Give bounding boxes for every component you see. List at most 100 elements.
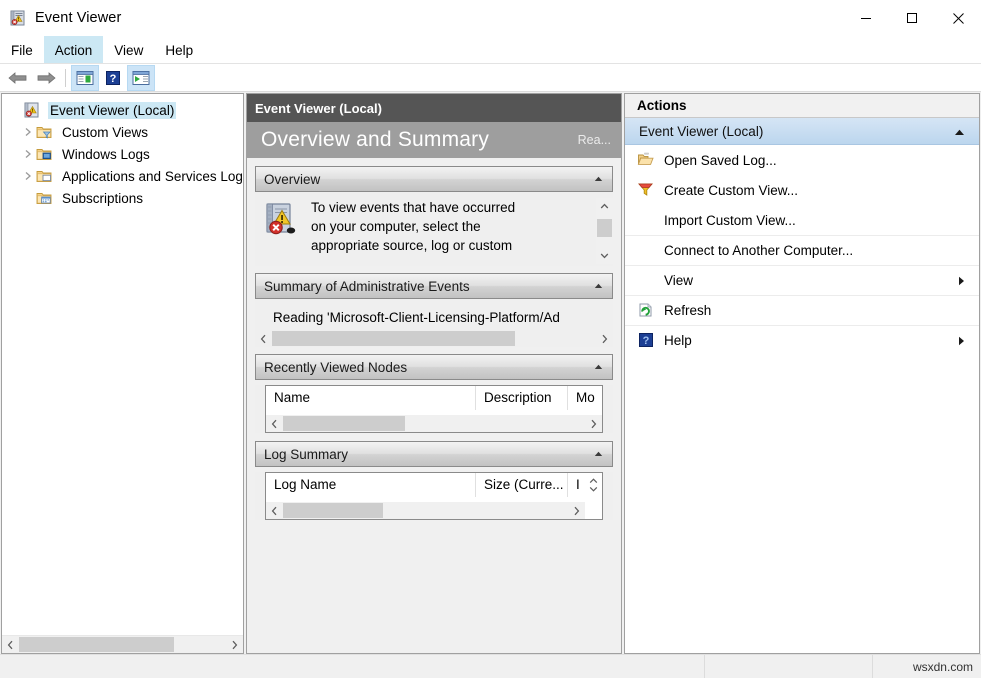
windows-logs-folder-icon [36,146,54,162]
maximize-button[interactable] [889,0,935,36]
summary-horizontal-scrollbar[interactable] [255,330,613,347]
back-button[interactable] [4,65,32,91]
chevron-right-icon[interactable] [596,330,613,347]
window-title: Event Viewer [35,10,121,26]
tree-item-applications-and-services-logs[interactable]: Applications and Services Log [2,165,243,187]
chevron-left-icon[interactable] [266,415,283,432]
section-log-summary-header[interactable]: Log Summary [255,441,613,467]
recent-nodes-hscroll-thumb[interactable] [283,416,405,431]
action-open-saved-log[interactable]: Open Saved Log... [625,145,979,175]
action-import-custom-view[interactable]: Import Custom View... [625,205,979,235]
submenu-arrow-icon [955,276,965,286]
tree-item-event-viewer-local[interactable]: Event Viewer (Local) [2,99,243,121]
tree-item-label: Event Viewer (Local) [48,102,176,119]
tree-horizontal-scrollbar[interactable] [2,635,243,653]
column-header-log-name[interactable]: Log Name [266,473,476,497]
help-button[interactable]: ? [99,65,127,91]
status-cell-1 [0,655,705,678]
forward-button[interactable] [32,65,60,91]
log-summary-vertical-spinner[interactable] [585,473,602,497]
collapse-triangle-icon[interactable] [592,361,604,373]
menu-action[interactable]: Action [44,36,104,64]
menu-view[interactable]: View [103,36,154,64]
console-tree-pane: Event Viewer (Local) Custom Views [1,93,244,654]
chevron-right-icon[interactable] [20,171,36,181]
recent-nodes-horizontal-scrollbar[interactable] [266,415,602,432]
tree-item-custom-views[interactable]: Custom Views [2,121,243,143]
status-bar: wsxdn.com [0,654,981,678]
collapse-triangle-icon[interactable] [592,173,604,185]
column-header-name[interactable]: Name [266,386,476,410]
overview-scroll-area[interactable]: Overview [247,158,621,653]
tree-item-label: Windows Logs [60,146,152,163]
section-overview-body: To view events that have occurred on you… [255,192,613,266]
column-header-description[interactable]: Description [476,386,568,410]
menu-help[interactable]: Help [154,36,204,64]
chevron-right-icon[interactable] [20,127,36,137]
log-summary-hscroll-thumb[interactable] [283,503,383,518]
summary-hscroll-track[interactable] [272,330,596,347]
log-summary-horizontal-scrollbar[interactable] [266,502,585,519]
tree-item-windows-logs[interactable]: Windows Logs [2,143,243,165]
console-tree-icon [76,70,94,86]
action-refresh[interactable]: Refresh [625,295,979,325]
tree-hscroll-track[interactable] [19,636,226,653]
tree-item-subscriptions[interactable]: Subscriptions [2,187,243,209]
console-tree: Event Viewer (Local) Custom Views [2,94,243,635]
section-recent-nodes-body: Name Description Mo [255,385,613,433]
collapse-triangle-icon[interactable] [954,124,965,139]
section-summary-header[interactable]: Summary of Administrative Events [255,273,613,299]
section-overview-header[interactable]: Overview [255,166,613,192]
chevron-left-icon[interactable] [266,502,283,519]
log-summary-hscroll-track[interactable] [283,502,568,519]
show-hide-action-pane-button[interactable] [127,65,155,91]
tree-item-label: Applications and Services Log [60,168,243,185]
section-log-summary: Log Summary Log Name Size (Curre... I [255,441,613,520]
column-header-size[interactable]: Size (Curre... [476,473,568,497]
chevron-down-icon[interactable] [596,247,613,264]
submenu-arrow-icon [955,336,965,346]
show-hide-console-tree-button[interactable] [71,65,99,91]
chevron-right-icon[interactable] [568,502,585,519]
column-header-modified[interactable]: Mo [568,386,602,410]
action-view[interactable]: View [625,265,979,295]
minimize-button[interactable] [843,0,889,36]
action-connect-to-another-computer[interactable]: Connect to Another Computer... [625,235,979,265]
chevron-left-icon[interactable] [2,636,19,653]
actions-group-event-viewer-local[interactable]: Event Viewer (Local) [625,118,979,145]
toolbar: ? [0,64,981,92]
actions-pane: Actions Event Viewer (Local) [624,93,980,654]
action-icon-placeholder [637,272,655,290]
overview-vscroll-thumb[interactable] [597,219,612,237]
chevron-right-icon[interactable] [20,149,36,159]
grid-header-row: Log Name Size (Curre... I [266,473,602,497]
overview-text-line-2: on your computer, select the [311,217,592,236]
collapse-triangle-icon[interactable] [592,280,604,292]
filter-funnel-icon [637,181,655,199]
chevron-up-icon[interactable] [596,198,613,215]
overview-vertical-scrollbar[interactable] [596,198,613,264]
action-label: Create Custom View... [664,183,955,198]
log-summary-grid[interactable]: Log Name Size (Curre... I [265,472,603,520]
menu-file[interactable]: File [0,36,44,64]
chevron-left-icon[interactable] [255,330,272,347]
chevron-right-icon[interactable] [226,636,243,653]
summary-hscroll-thumb[interactable] [272,331,515,346]
recent-nodes-hscroll-track[interactable] [283,415,585,432]
action-help[interactable]: ? Help [625,325,979,355]
collapse-triangle-icon[interactable] [592,448,604,460]
action-pane-icon [132,70,150,86]
recently-viewed-nodes-grid[interactable]: Name Description Mo [265,385,603,433]
chevron-right-icon[interactable] [585,415,602,432]
event-log-book-icon [265,202,299,240]
action-label: Connect to Another Computer... [664,243,955,258]
window-controls [843,0,981,36]
refresh-icon [637,302,655,320]
forward-arrow-icon [36,70,56,86]
close-button[interactable] [935,0,981,36]
actions-list: Open Saved Log... Create Custom View... [625,145,979,653]
section-recent-nodes-header[interactable]: Recently Viewed Nodes [255,354,613,380]
action-create-custom-view[interactable]: Create Custom View... [625,175,979,205]
overview-vscroll-track[interactable] [596,215,613,247]
tree-hscroll-thumb[interactable] [19,637,174,652]
